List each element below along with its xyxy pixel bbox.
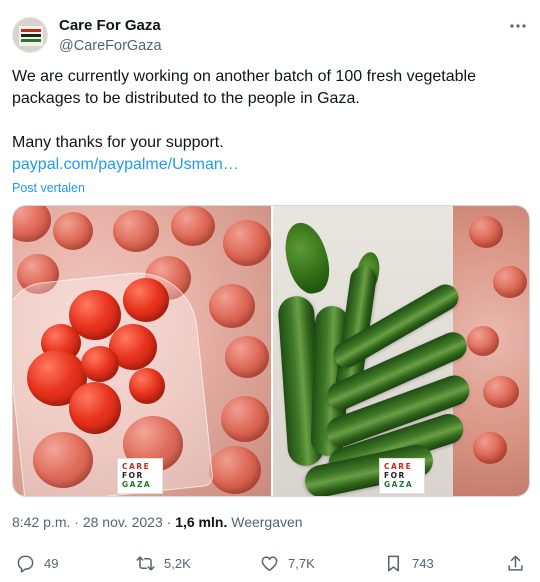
tomato [473,432,507,464]
avatar-logo-line [21,34,41,37]
tweet-thanks: Many thanks for your support. [12,134,224,151]
avatar[interactable] [12,17,48,53]
repost-button[interactable]: 5,2K [136,552,191,574]
watermark-text: CARE [122,462,151,471]
tomato [171,206,215,246]
reply-button[interactable]: 49 [16,552,58,574]
repost-icon [136,555,155,571]
photo-cucumbers[interactable]: CARE FOR GAZA [273,206,529,496]
tweet-time[interactable]: 8:42 p.m. [12,514,70,530]
tweet-header: Care For Gaza @CareForGaza [12,13,528,57]
media-grid: CARE FOR GAZA CARE FOR GAZA [12,205,530,497]
bookmark-icon [387,555,400,571]
tweet: Care For Gaza @CareForGaza We are curren… [0,0,540,582]
tomato [483,376,519,408]
tomato [209,284,255,328]
action-bar: 49 5,2K 7,7K 743 [12,552,528,576]
watermark-text: CARE [384,462,413,471]
user-info: Care For Gaza @CareForGaza [59,16,162,56]
tweet-date[interactable]: 28 nov. 2023 [83,514,163,530]
meta-separator: · [70,514,83,530]
heart-icon [261,555,278,571]
tweet-link[interactable]: paypal.com/paypalme/Usman… [12,154,239,176]
meta-separator: · [162,514,176,530]
views-count: 1,6 mln. [175,514,228,530]
display-name[interactable]: Care For Gaza [59,16,162,36]
watermark-logo: CARE FOR GAZA [379,458,425,494]
tweet-text-line: packages to be distributed to the people… [12,90,360,107]
tomato [129,368,165,404]
photo-tomatoes[interactable]: CARE FOR GAZA [13,206,271,496]
tweet-text-line: We are currently working on another batc… [12,68,476,85]
tomato [225,336,269,378]
pepper [278,218,336,298]
tweet-text: We are currently working on another batc… [12,66,512,110]
translate-post-link[interactable]: Post vertalen [12,180,85,196]
repost-count: 5,2K [164,555,191,571]
watermark-text: FOR [122,471,144,480]
more-horizontal-icon[interactable] [508,18,528,34]
tomato [123,278,169,322]
tomato [33,432,93,488]
tomato [209,446,261,494]
avatar-logo-line [21,39,41,42]
tomato [221,396,269,442]
tweet-meta: 8:42 p.m. · 28 nov. 2023 · 1,6 mln. Weer… [12,512,303,532]
user-handle[interactable]: @CareForGaza [59,36,162,56]
tomato [81,346,119,382]
tomato [113,210,159,252]
tomato [493,266,527,298]
like-button[interactable]: 7,7K [260,552,315,574]
bookmark-count: 743 [412,555,434,571]
share-icon [508,555,523,571]
share-button[interactable] [506,552,534,574]
watermark-logo: CARE FOR GAZA [117,458,163,494]
tomato [469,216,503,248]
watermark-text: FOR [384,471,406,480]
reply-icon [17,555,34,573]
bookmark-button[interactable]: 743 [384,552,434,574]
watermark-text: GAZA [122,480,152,489]
like-count: 7,7K [288,555,315,571]
tomato [13,206,51,242]
tomato [467,326,499,356]
tomato [53,212,93,250]
avatar-logo-line [21,29,41,32]
tomato [223,220,271,266]
views-label: Weergaven [227,514,303,530]
tomato [69,382,121,434]
watermark-text: GAZA [384,480,414,489]
reply-count: 49 [44,555,59,571]
